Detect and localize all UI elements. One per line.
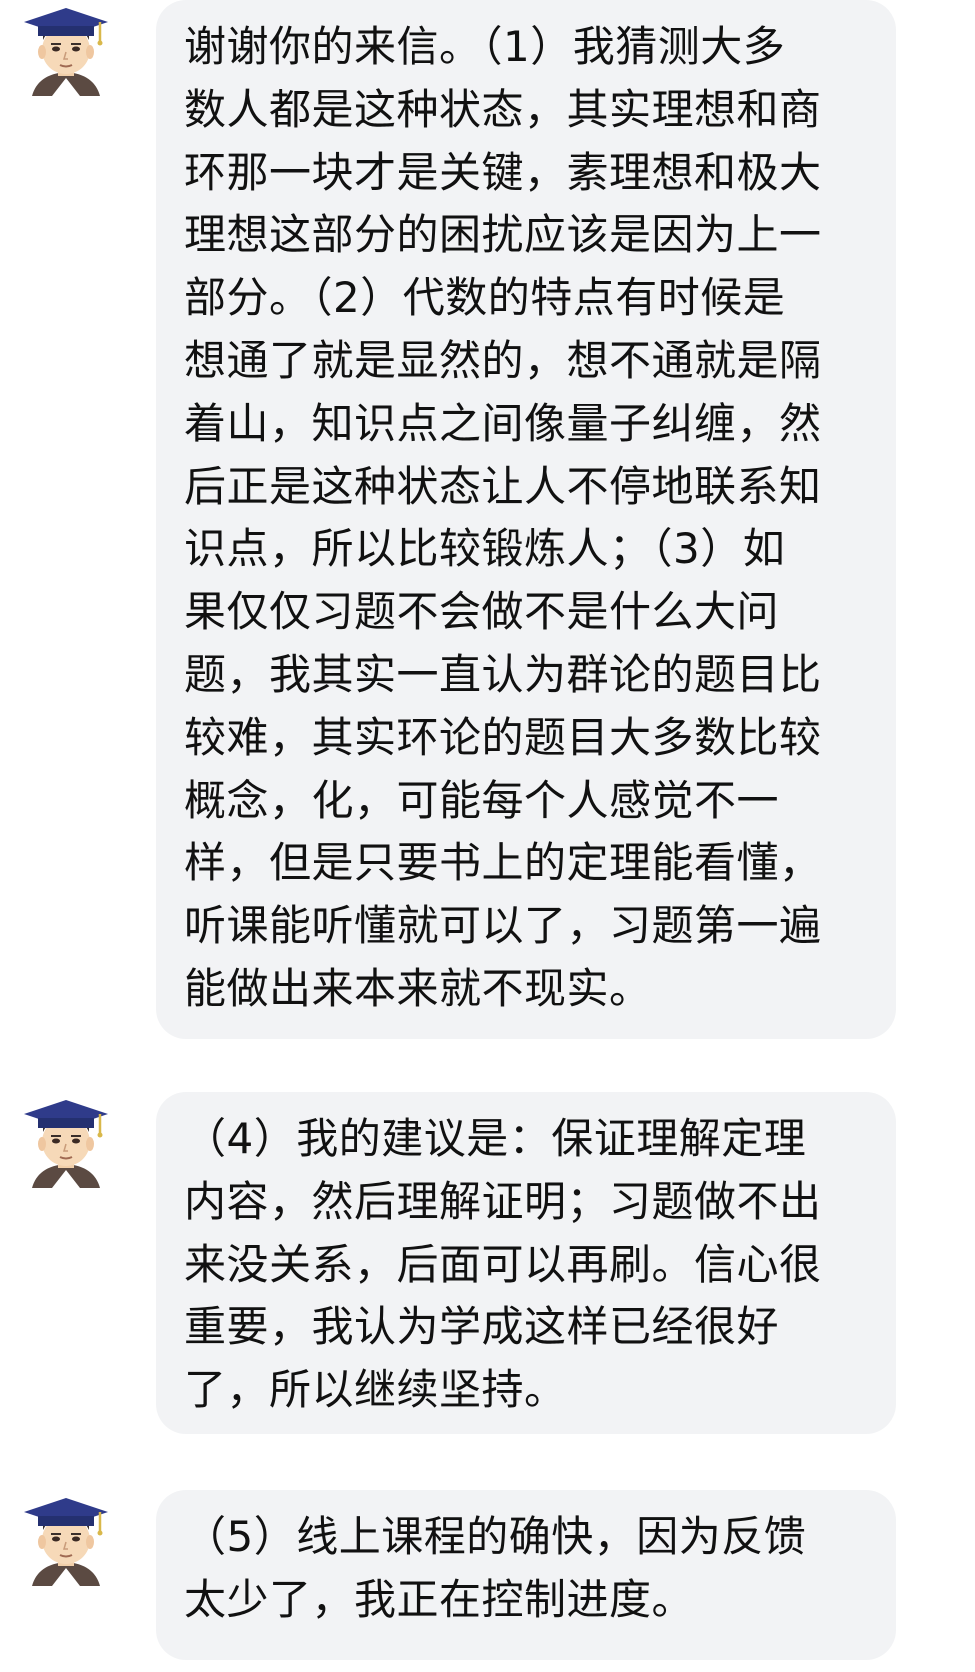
- message-text-line: 环那一块才是关键，素理想和极大: [184, 147, 822, 197]
- message-text-line: 能做出来本来就不现实。: [184, 963, 652, 1013]
- avatar[interactable]: [18, 1092, 114, 1188]
- message-text-line: 重要，我认为学成这样已经很好: [184, 1302, 780, 1352]
- message-text-line: 数人都是这种状态，其实理想和商: [184, 84, 822, 134]
- graduate-avatar-icon: [18, 1490, 114, 1586]
- message-text-line: 内容，然后理解证明；习题做不出: [184, 1176, 822, 1226]
- message-text-line: 谢谢你的来信。（1）我猜测大多: [184, 22, 786, 71]
- message-bubble[interactable]: （4）我的建议是：保证理解定理 内容，然后理解证明；习题做不出 来没关系，后面可…: [156, 1092, 896, 1434]
- message-bubble[interactable]: 谢谢你的来信。（1）我猜测大多 数人都是这种状态，其实理想和商 环那一块才是关键…: [156, 0, 896, 1039]
- message-text-line: 听课能听懂就可以了，习题第一遍: [184, 901, 822, 951]
- message-text-line: （5）线上课程的确快，因为反馈: [184, 1512, 807, 1561]
- message-text-line: 概念，化，可能每个人感觉不一: [184, 775, 780, 825]
- message-text-line: 来没关系，后面可以再刷。信心很: [184, 1239, 822, 1289]
- message-text-line: 样，但是只要书上的定理能看懂，: [184, 838, 822, 888]
- message-text-line: 理想这部分的困扰应该是因为上一: [184, 210, 822, 260]
- message-bubble[interactable]: （5）线上课程的确快，因为反馈 太少了，我正在控制进度。: [156, 1490, 896, 1660]
- message-text-line: 较难，其实环论的题目大多数比较: [184, 712, 822, 762]
- message-text-line: 着山，知识点之间像量子纠缠，然: [184, 398, 822, 448]
- avatar[interactable]: [18, 0, 114, 96]
- message-text-line: 后正是这种状态让人不停地联系知: [184, 461, 822, 511]
- message-text-line: 果仅仅习题不会做不是什么大问: [184, 587, 780, 637]
- message-text-line: （4）我的建议是：保证理解定理: [184, 1114, 807, 1163]
- message-text-line: 太少了，我正在控制进度。: [184, 1574, 695, 1624]
- avatar[interactable]: [18, 1490, 114, 1586]
- message-text-line: 了，所以继续坚持。: [184, 1365, 567, 1415]
- message-text-line: 识点，所以比较锻炼人；（3）如: [184, 524, 786, 574]
- graduate-avatar-icon: [18, 0, 114, 96]
- graduate-avatar-icon: [18, 1092, 114, 1188]
- message-text-line: 题，我其实一直认为群论的题目比: [184, 649, 822, 699]
- message-text-line: 想通了就是显然的，想不通就是隔: [184, 335, 822, 385]
- message-text-line: 部分。（2）代数的特点有时候是: [184, 273, 786, 323]
